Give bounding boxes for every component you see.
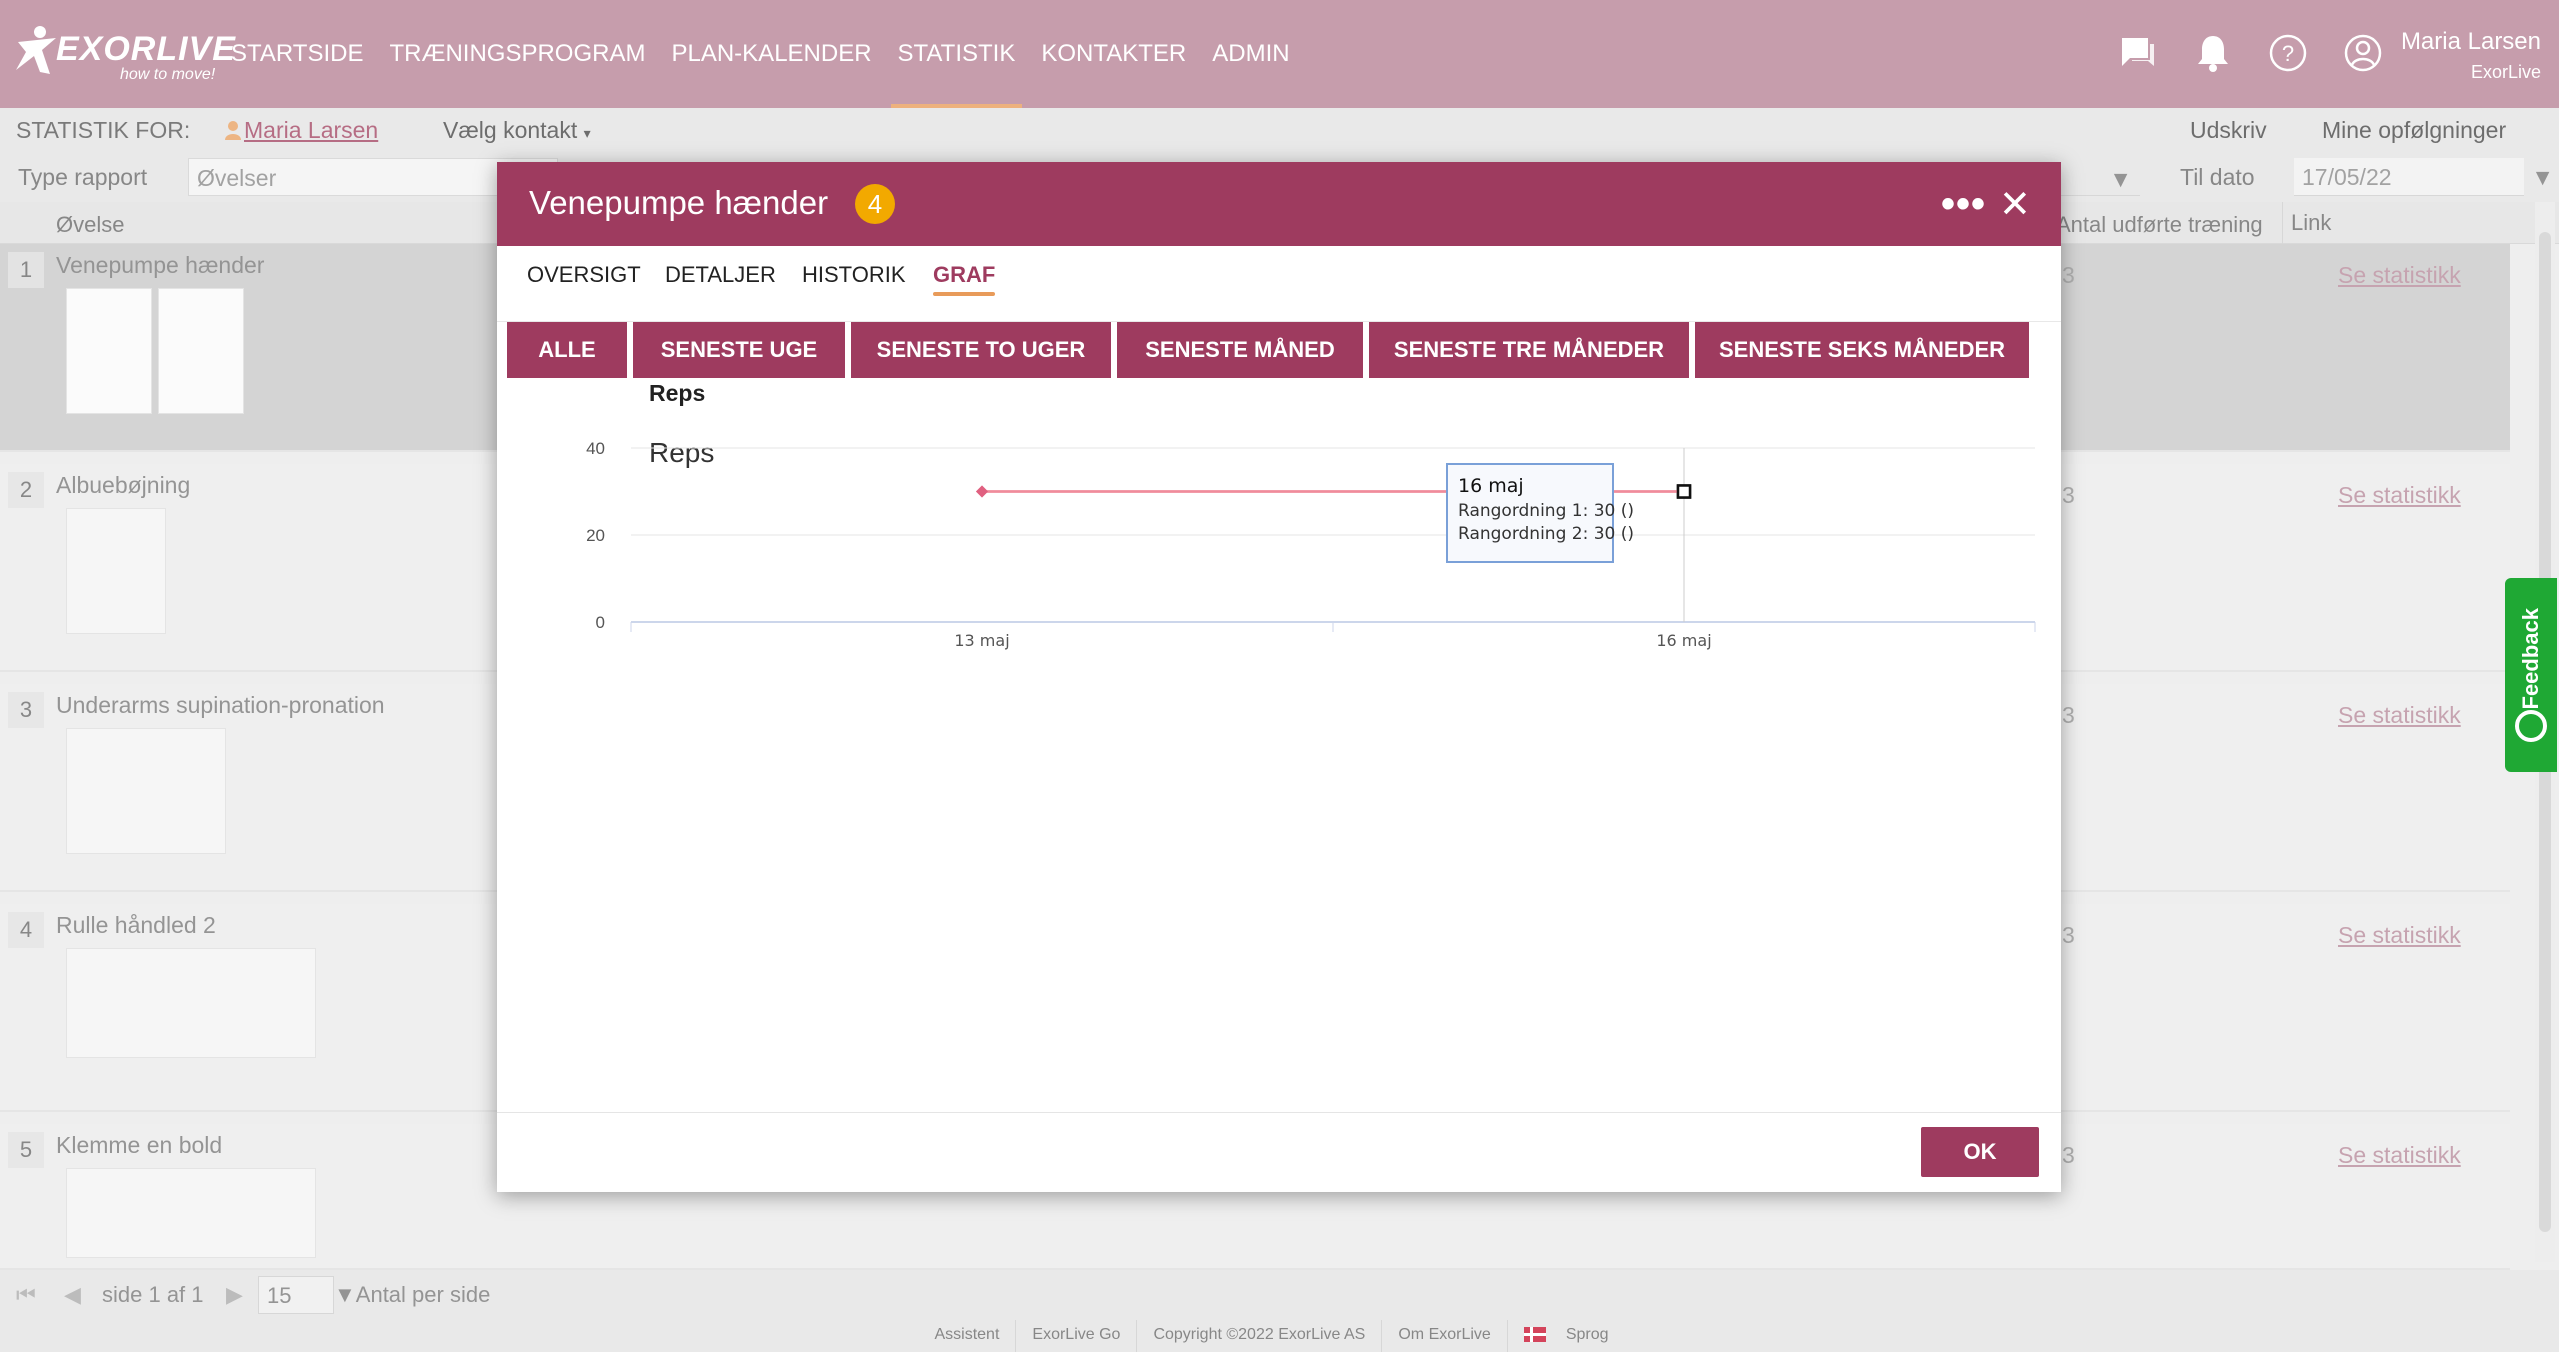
y-tick-label: 40 (586, 439, 605, 458)
period-last-two-weeks-button[interactable]: SENESTE TO UGER (851, 322, 1111, 378)
dialog-title: Venepumpe hænder (529, 184, 829, 221)
chart-title: Reps (649, 437, 714, 468)
feedback-tab[interactable]: Feedback (2505, 578, 2557, 772)
y-tick-label: 0 (596, 613, 605, 632)
period-last-month-button[interactable]: SENESTE MÅNED (1117, 322, 1363, 378)
exercise-statistics-dialog: Venepumpe hænder 4 ••• ✕ OVERSIGT DETALJ… (497, 162, 2061, 1192)
feedback-label: Feedback (2518, 608, 2543, 710)
tooltip-title: 16 maj (1458, 475, 1524, 497)
period-last-three-months-button[interactable]: SENESTE TRE MÅNEDER (1369, 322, 1689, 378)
period-last-six-months-button[interactable]: SENESTE SEKS MÅNEDER (1695, 322, 2029, 378)
tab-detaljer[interactable]: DETALJER (665, 262, 776, 288)
feedback-icon (2515, 710, 2547, 742)
series-point (1676, 484, 1692, 499)
dialog-header: Venepumpe hænder 4 ••• ✕ (497, 162, 2061, 246)
ok-button[interactable]: OK (1921, 1127, 2039, 1177)
x-tick-label: 16 maj (1656, 631, 1711, 650)
tab-oversigt[interactable]: OVERSIGT (527, 262, 641, 288)
period-last-week-button[interactable]: SENESTE UGE (633, 322, 845, 378)
dialog-tabs: OVERSIGT DETALJER HISTORIK GRAF (497, 246, 2061, 322)
chart-section: Reps Reps 0 20 40 13 maj 16 maj 16 maj Rangordn… (497, 378, 2061, 668)
y-tick-label: 20 (586, 526, 605, 545)
tooltip-line: Rangordning 2: 30 () (1458, 524, 1634, 544)
reps-line-chart[interactable]: Reps 0 20 40 13 maj 16 maj 16 maj Rangordning 1… (497, 378, 2061, 668)
tooltip-line: Rangordning 1: 30 () (1458, 501, 1634, 521)
tab-graf[interactable]: GRAF (933, 262, 996, 296)
dialog-footer: OK (497, 1112, 2061, 1192)
tab-historik[interactable]: HISTORIK (802, 262, 906, 288)
app-root: EXORLIVE how to move! STARTSIDE TRÆNINGS… (0, 0, 2559, 1352)
period-all-button[interactable]: ALLE (507, 322, 627, 378)
more-options-icon[interactable]: ••• (1941, 182, 1986, 227)
x-tick-label: 13 maj (954, 631, 1009, 650)
series-point (976, 485, 988, 498)
close-icon[interactable]: ✕ (1999, 182, 2031, 227)
period-buttons: ALLE SENESTE UGE SENESTE TO UGER SENESTE… (507, 322, 2029, 378)
dialog-badge: 4 (855, 184, 895, 224)
